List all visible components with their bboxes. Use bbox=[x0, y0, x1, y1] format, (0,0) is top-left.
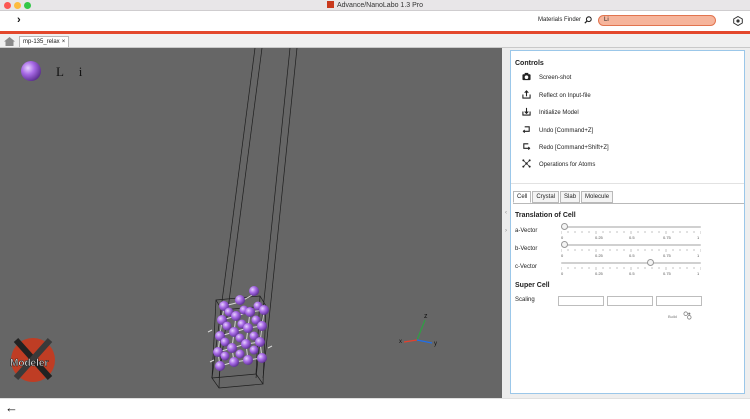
nanolabo-logo-icon[interactable] bbox=[733, 16, 743, 26]
forward-button[interactable]: › bbox=[17, 14, 21, 26]
collapse-left-icon[interactable]: ‹ bbox=[502, 210, 510, 216]
b-vector-ticks bbox=[561, 249, 701, 252]
tab-molecule[interactable]: Molecule bbox=[581, 191, 614, 203]
back-arrow-button[interactable]: ← bbox=[5, 400, 18, 415]
undo-icon bbox=[522, 126, 530, 134]
reflect-input-file-button[interactable]: Reflect on Input-file bbox=[522, 90, 591, 100]
controls-title: Controls bbox=[515, 60, 544, 67]
reflect-input-file-label: Reflect on Input-file bbox=[539, 93, 591, 99]
tick-label: 0.75 bbox=[663, 235, 671, 240]
initialize-model-button[interactable]: Initialize Model bbox=[522, 107, 579, 117]
undo-label: Undo [Command+Z] bbox=[539, 128, 594, 134]
tab-label: mp-135_relax bbox=[23, 39, 60, 45]
screenshot-button[interactable]: Screen-shot bbox=[522, 72, 571, 82]
tab-slab[interactable]: Slab bbox=[560, 191, 581, 203]
structure-canvas[interactable]: z x y Modeler bbox=[0, 48, 502, 398]
home-icon[interactable] bbox=[3, 36, 16, 47]
window-title-text: Advance/NanoLabo 1.3 Pro bbox=[336, 2, 423, 9]
model-subtabs: Cell Crystal Slab Molecule bbox=[513, 191, 614, 203]
element-label: L i bbox=[56, 64, 89, 79]
tick-label: 0.5 bbox=[629, 253, 635, 258]
tick-label: 0 bbox=[561, 253, 564, 258]
materials-search-input[interactable]: Li bbox=[598, 15, 716, 26]
operations-for-atoms-button[interactable]: Operations for Atoms bbox=[522, 159, 595, 169]
a-vector-label: a-Vector bbox=[515, 228, 538, 234]
search-icon[interactable] bbox=[584, 16, 592, 24]
right-panel: Controls Screen-shot Reflect on Input-fi… bbox=[510, 48, 750, 398]
scaling-a-input[interactable] bbox=[558, 296, 604, 306]
tick-label: 0.5 bbox=[629, 271, 635, 276]
tab-cell[interactable]: Cell bbox=[513, 191, 532, 203]
app-icon bbox=[326, 1, 334, 8]
operations-for-atoms-label: Operations for Atoms bbox=[539, 162, 596, 168]
element-atom-icon bbox=[21, 61, 41, 81]
undo-button[interactable]: Undo [Command+Z] bbox=[522, 125, 593, 135]
window-title: Advance/NanoLabo 1.3 Pro bbox=[0, 1, 750, 9]
tick-label: 0.25 bbox=[595, 235, 603, 240]
title-bar: Advance/NanoLabo 1.3 Pro bbox=[0, 0, 750, 11]
controls-panel: Controls Screen-shot Reflect on Input-fi… bbox=[510, 50, 745, 394]
collapse-right-icon[interactable]: › bbox=[502, 228, 510, 234]
tick-label: 0 bbox=[561, 271, 564, 276]
redo-label: Redo [Command+Shift+Z] bbox=[539, 145, 609, 151]
redo-icon bbox=[523, 143, 531, 151]
a-vector-slider-knob[interactable] bbox=[561, 223, 568, 230]
export-icon bbox=[522, 90, 531, 99]
scaling-b-input[interactable] bbox=[607, 296, 653, 306]
tab-close-icon[interactable]: × bbox=[62, 39, 66, 45]
tick-label: 0.75 bbox=[663, 253, 671, 258]
redo-button[interactable]: Redo [Command+Shift+Z] bbox=[522, 142, 609, 152]
modeler-logo: Modeler bbox=[10, 337, 55, 382]
build-label: Build bbox=[668, 314, 677, 319]
b-vector-slider[interactable] bbox=[561, 241, 701, 248]
axis-z-label: z bbox=[424, 313, 428, 320]
a-vector-slider[interactable] bbox=[561, 223, 701, 230]
screenshot-label: Screen-shot bbox=[539, 75, 572, 81]
toolbar: › Materials Finder Li bbox=[0, 11, 750, 31]
super-cell-title: Super Cell bbox=[515, 282, 550, 289]
bottom-bar: ← bbox=[0, 398, 750, 419]
build-icon[interactable] bbox=[683, 311, 692, 320]
axis-triad: z x y bbox=[399, 313, 437, 347]
modeler-logo-text: Modeler bbox=[10, 358, 48, 369]
model-viewer[interactable]: z x y Modeler L i bbox=[0, 48, 502, 398]
tick-label: 0.5 bbox=[629, 235, 635, 240]
section-divider bbox=[511, 183, 744, 184]
c-vector-label: c-Vector bbox=[515, 264, 538, 270]
tick-label: 0.75 bbox=[663, 271, 671, 276]
axis-x-label: x bbox=[399, 339, 402, 345]
c-vector-slider[interactable] bbox=[561, 259, 701, 266]
tab-mp-135-relax[interactable]: mp-135_relax × bbox=[19, 36, 70, 47]
tab-strip: mp-135_relax × bbox=[0, 34, 750, 48]
camera-icon bbox=[522, 72, 531, 81]
tick-label: 0.25 bbox=[595, 271, 603, 276]
b-vector-slider-knob[interactable] bbox=[561, 241, 568, 248]
c-vector-slider-knob[interactable] bbox=[647, 259, 655, 266]
subtab-baseline bbox=[513, 203, 744, 204]
tick-label: 0.25 bbox=[595, 253, 603, 258]
panel-divider[interactable] bbox=[502, 48, 510, 398]
scaling-label: Scaling bbox=[515, 297, 535, 303]
translation-title: Translation of Cell bbox=[515, 212, 576, 219]
axis-y-label: y bbox=[434, 341, 437, 347]
b-vector-label: b-Vector bbox=[515, 246, 538, 252]
tick-label: 1 bbox=[697, 253, 700, 258]
tick-label: 0 bbox=[561, 235, 564, 240]
atoms-icon bbox=[522, 159, 531, 168]
scaling-c-input[interactable] bbox=[656, 296, 702, 306]
tick-label: 1 bbox=[697, 271, 700, 276]
tab-crystal[interactable]: Crystal bbox=[532, 191, 560, 203]
initialize-model-label: Initialize Model bbox=[539, 110, 579, 116]
c-vector-ticks bbox=[561, 267, 701, 270]
a-vector-ticks bbox=[561, 231, 701, 234]
materials-finder-label: Materials Finder bbox=[538, 17, 582, 23]
tick-label: 1 bbox=[697, 235, 700, 240]
import-icon bbox=[522, 107, 531, 116]
